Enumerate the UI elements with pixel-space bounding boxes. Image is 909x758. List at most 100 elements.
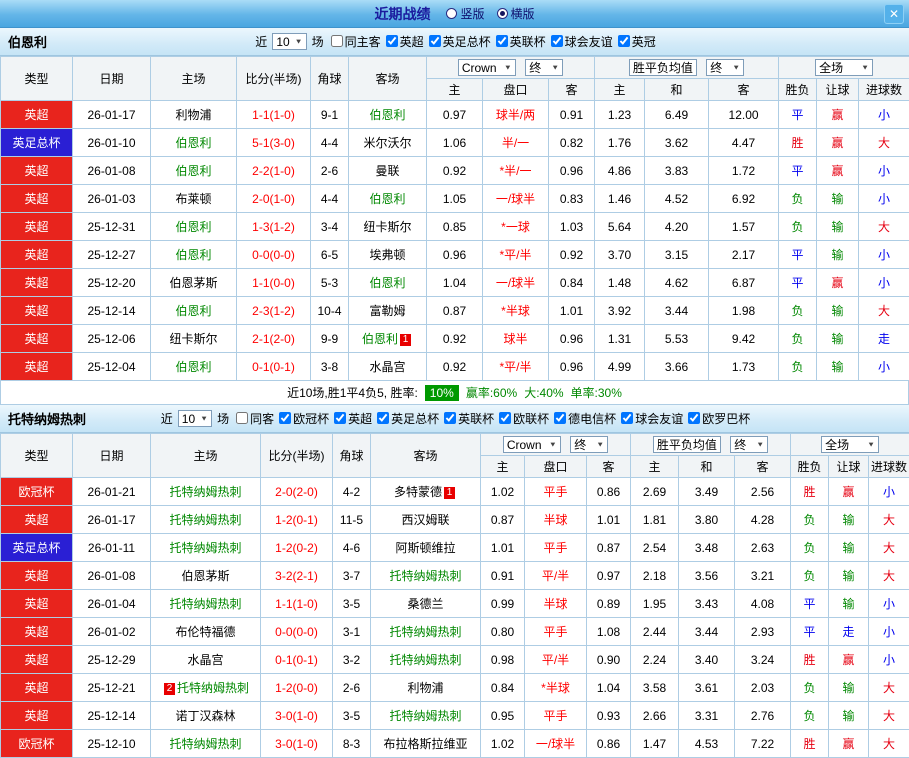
avg-away-cell: 7.22	[735, 730, 791, 758]
avg-draw-cell: 3.43	[679, 590, 735, 618]
filter-checkbox[interactable]	[331, 35, 343, 47]
filter-checkbox[interactable]	[377, 412, 389, 424]
avg-home-cell: 1.81	[631, 506, 679, 534]
filter-checkbox[interactable]	[496, 35, 508, 47]
filter-checkbox[interactable]	[334, 412, 346, 424]
date-cell: 26-01-11	[73, 534, 151, 562]
handicap-cell: 半/一	[483, 129, 549, 157]
filter-option[interactable]: 球会友谊	[621, 410, 683, 427]
avg-draw-cell: 6.49	[645, 101, 709, 129]
match-row: 英超25-12-29水晶宫0-1(0-1)3-2托特纳姆热刺0.98平/半0.9…	[1, 646, 909, 674]
final-odds-select[interactable]: 终▼	[570, 436, 608, 453]
filter-option[interactable]: 英联杯	[496, 33, 546, 50]
filter-option[interactable]: 同客	[236, 410, 274, 427]
match-count-select[interactable]: 10▼	[178, 410, 212, 427]
bookmaker-select[interactable]: Crown▼	[458, 59, 516, 76]
filter-checkbox[interactable]	[551, 35, 563, 47]
home-team-cell: 伯恩利	[151, 129, 237, 157]
filter-checkbox[interactable]	[621, 412, 633, 424]
result-wdl-cell: 胜	[791, 646, 829, 674]
filter-checkbox[interactable]	[688, 412, 700, 424]
filter-option[interactable]: 球会友谊	[551, 33, 613, 50]
filter-checkbox[interactable]	[236, 412, 248, 424]
avg-draw-cell: 3.83	[645, 157, 709, 185]
matches-body: 英超26-01-17利物浦1-1(1-0)9-1伯恩利0.97球半/两0.911…	[1, 101, 909, 381]
match-count-select[interactable]: 10▼	[272, 33, 306, 50]
avg-away-cell: 4.08	[735, 590, 791, 618]
score-cell: 3-0(1-0)	[261, 730, 333, 758]
score-cell: 1-2(0-1)	[261, 506, 333, 534]
close-icon[interactable]: ✕	[884, 4, 904, 24]
league-cell: 英超	[1, 157, 73, 185]
filter-checkbox[interactable]	[279, 412, 291, 424]
odds-home-cell: 0.99	[481, 590, 525, 618]
result-handicap-cell: 输	[829, 674, 869, 702]
scope-select[interactable]: 全场▼	[821, 436, 879, 453]
corners-cell: 9-1	[311, 101, 349, 129]
handicap-cell: 平/半	[525, 646, 587, 674]
filter-checkbox[interactable]	[618, 35, 630, 47]
scope-select[interactable]: 全场▼	[815, 59, 873, 76]
filter-option[interactable]: 欧罗巴杯	[688, 410, 750, 427]
team-label: 水晶宫	[369, 360, 405, 374]
home-team-cell: 伯恩利	[151, 157, 237, 185]
filter-option[interactable]: 欧联杯	[499, 410, 549, 427]
team-label: 托特纳姆热刺	[169, 597, 241, 611]
result-wdl-cell: 负	[791, 534, 829, 562]
away-team-cell: 多特蒙德1	[371, 478, 481, 506]
odds-away-cell: 0.84	[549, 269, 595, 297]
match-row: 英超25-12-14诺丁汉森林3-0(1-0)3-5托特纳姆热刺0.95平手0.…	[1, 702, 909, 730]
match-row: 英超26-01-08伯恩茅斯3-2(2-1)3-7托特纳姆热刺0.91平/半0.…	[1, 562, 909, 590]
final-avg-select[interactable]: 终▼	[706, 59, 744, 76]
result-handicap-cell: 赢	[829, 646, 869, 674]
filter-checkbox[interactable]	[444, 412, 456, 424]
corners-cell: 10-4	[311, 297, 349, 325]
filter-checkbox[interactable]	[499, 412, 511, 424]
match-row: 欧冠杯25-12-10托特纳姆热刺3-0(1-0)8-3布拉格斯拉维亚1.02一…	[1, 730, 909, 758]
final-avg-select[interactable]: 终▼	[730, 436, 768, 453]
filter-option[interactable]: 英足总杯	[429, 33, 491, 50]
filter-option[interactable]: 同主客	[331, 33, 381, 50]
avg-away-cell: 1.72	[709, 157, 779, 185]
odds-away-cell: 0.82	[549, 129, 595, 157]
score-cell: 0-1(0-1)	[237, 353, 311, 381]
filter-checkbox[interactable]	[429, 35, 441, 47]
final-odds-select[interactable]: 终▼	[525, 59, 563, 76]
avg-home-cell: 5.64	[595, 213, 645, 241]
date-cell: 25-12-14	[73, 297, 151, 325]
layout-radio-vertical[interactable]: 竖版	[446, 5, 484, 22]
filter-option[interactable]: 英冠	[618, 33, 656, 50]
away-team-cell: 托特纳姆热刺	[371, 562, 481, 590]
odds-home-cell: 0.87	[427, 297, 483, 325]
avg-draw-cell: 3.40	[679, 646, 735, 674]
bookmaker-select[interactable]: Crown▼	[503, 436, 561, 453]
col-home: 主场	[151, 57, 237, 101]
date-cell: 25-12-06	[73, 325, 151, 353]
filter-option[interactable]: 英足总杯	[377, 410, 439, 427]
filter-checkbox[interactable]	[386, 35, 398, 47]
filter-option[interactable]: 英超	[386, 33, 424, 50]
wdl-avg-select[interactable]: 胜平负均值	[629, 59, 697, 76]
avg-draw-cell: 3.66	[645, 353, 709, 381]
wdl-avg-select[interactable]: 胜平负均值	[653, 436, 721, 453]
league-cell: 欧冠杯	[1, 730, 73, 758]
filter-option[interactable]: 英联杯	[444, 410, 494, 427]
filter-checkbox[interactable]	[554, 412, 566, 424]
away-team-cell: 阿斯顿维拉	[371, 534, 481, 562]
team-label: 伯恩利	[369, 192, 405, 206]
filter-option[interactable]: 英超	[334, 410, 372, 427]
result-wdl-cell: 胜	[791, 730, 829, 758]
handicap-cell: 半球	[525, 506, 587, 534]
filter-option[interactable]: 欧冠杯	[279, 410, 329, 427]
date-cell: 25-12-10	[73, 730, 151, 758]
layout-radio-horizontal[interactable]: 横版	[497, 5, 535, 22]
result-handicap-cell: 输	[817, 353, 859, 381]
odds-away-cell: 0.96	[549, 353, 595, 381]
avg-home-cell: 1.95	[631, 590, 679, 618]
result-goals-cell: 小	[859, 269, 909, 297]
odds-away-cell: 1.03	[549, 213, 595, 241]
home-team-cell: 利物浦	[151, 101, 237, 129]
corners-cell: 6-5	[311, 241, 349, 269]
filter-option[interactable]: 德电信杯	[554, 410, 616, 427]
home-team-cell: 伯恩利	[151, 213, 237, 241]
